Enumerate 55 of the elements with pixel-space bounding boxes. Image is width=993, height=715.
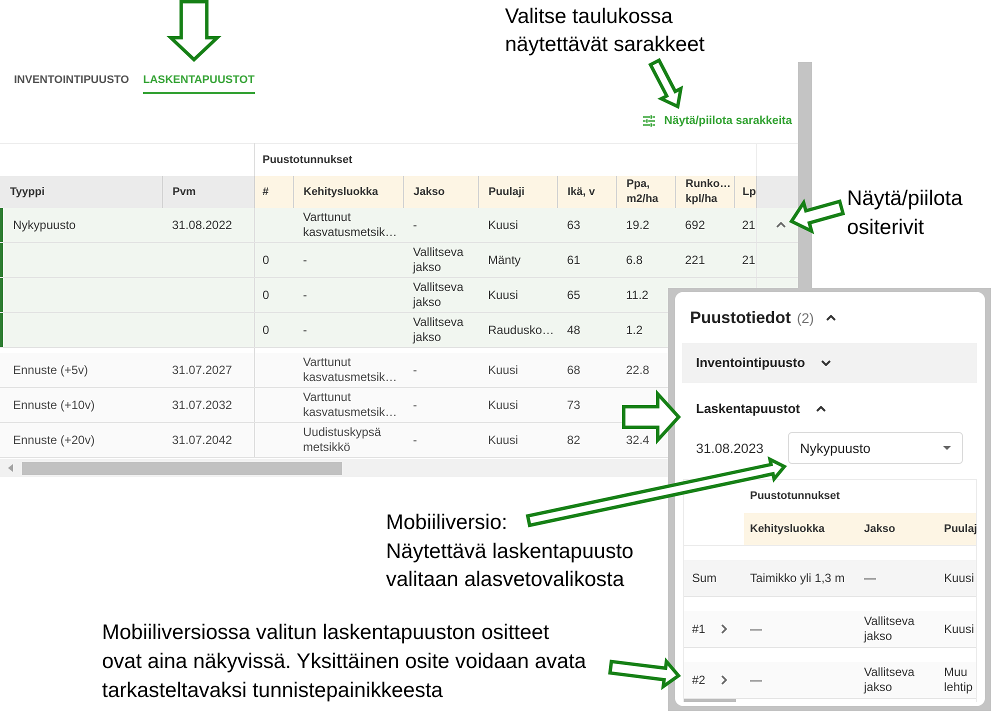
chevron-up-icon (816, 406, 826, 412)
table-cell: Kuusi (478, 422, 557, 458)
table-cell: - (403, 422, 478, 458)
annotation-text: Näytä/piilota ositerivit (847, 186, 964, 241)
dropdown-caret-icon (943, 446, 951, 450)
annotation-text: Mobiiliversiossa valitun laskentapuuston ositteet ovat aina näkyvissä. Yksittäinen osite voidaan avata tarkasteltavaksi tunnistepainikkeesta (102, 620, 588, 704)
column-header: Runko… kpl/ha (675, 176, 734, 208)
dropdown-field[interactable]: Nykypuusto (788, 432, 963, 464)
table-cell-text: Kuusi (943, 622, 976, 636)
column-header: Jakso (403, 176, 478, 208)
column-group-header: Puustotunnukset (749, 489, 840, 504)
table-cell: 82 (557, 422, 616, 458)
tab[interactable]: INVENTOINTIPUUSTO (14, 73, 130, 94)
chevron-up-icon[interactable] (826, 315, 836, 321)
annotation-text: Valitse taulukossa näytettävät sarakkeet (505, 4, 706, 58)
column-header: Ppa, m2/ha (616, 176, 675, 208)
chevron-right-icon (721, 675, 728, 685)
horizontal-scrollbar[interactable] (0, 459, 668, 477)
column-header: Lp (734, 176, 756, 208)
scroll-left-arrow-icon[interactable] (8, 464, 13, 472)
scrollbar-thumb[interactable] (684, 699, 736, 702)
scrollbar-thumb[interactable] (22, 462, 342, 474)
table-cell-text: Muu lehtip (943, 665, 974, 695)
annotation-text: Mobiiliversio: Näytettävä laskentapuusto valitaan alasvetovalikosta (386, 510, 634, 593)
stratum-id-button[interactable]: #2 (692, 672, 728, 688)
accordion-header[interactable]: Inventointipuusto (682, 343, 977, 383)
callout-arrow (789, 198, 846, 234)
table-cell: Uudistuskypsä metsikkö (293, 422, 403, 458)
table-cell-text: Vallitseva jakso (862, 614, 916, 644)
count-label: (2) (796, 309, 814, 328)
chevron-down-icon (821, 360, 832, 366)
table-cell: 31.07.2042 (162, 422, 254, 458)
sliders-icon (643, 115, 656, 127)
accordion-header[interactable]: Laskentapuustot (682, 396, 977, 422)
column-header: Puulaji (478, 176, 557, 208)
table-cell-text: Kuusi (943, 570, 976, 586)
table-cell: Sum (692, 570, 717, 584)
column-header: Jakso (858, 513, 938, 545)
table-cell-text: — (749, 672, 763, 688)
column-group-header: Puustotunnukset (254, 144, 756, 176)
column-header: Kehitysluokka (744, 513, 858, 545)
chevron-right-icon (721, 624, 728, 634)
column-header: Puulaj (938, 513, 976, 545)
table-cell-text: Taimikko yli 1,3 m (749, 570, 846, 586)
column-header: # (254, 176, 293, 208)
table-cell: Ennuste (+20v) (0, 422, 162, 458)
table-cell-text: Vallitseva jakso (862, 665, 916, 695)
column-header: Ikä, v (557, 176, 616, 208)
panel-title: Puustotiedot (690, 308, 791, 329)
column-header: Kehitysluokka (293, 176, 403, 208)
date-text: 31.08.2023 (696, 440, 764, 456)
stratum-id-button[interactable]: #1 (692, 622, 728, 636)
table-cell-text: — (863, 570, 877, 586)
table-cell-text: — (749, 622, 763, 636)
callout-arrow (648, 58, 684, 109)
